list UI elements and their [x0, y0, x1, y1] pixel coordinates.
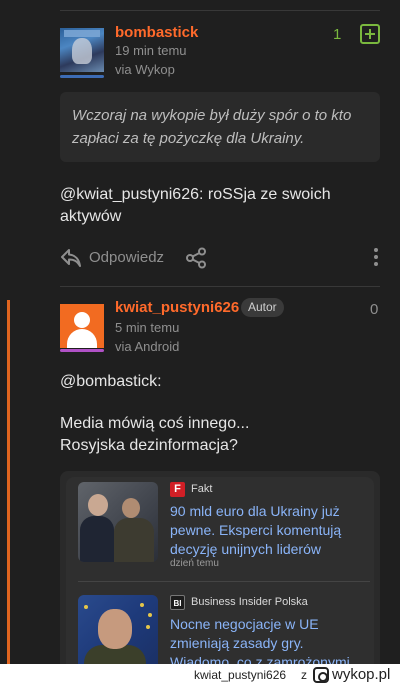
source-label: via Android: [115, 339, 180, 354]
author-badge: Autor: [241, 298, 284, 317]
avatar[interactable]: [60, 304, 104, 348]
more-options-icon[interactable]: [373, 248, 379, 268]
reply-icon[interactable]: [60, 248, 82, 268]
news-thumbnail: [78, 595, 158, 675]
author-thread-marker: [7, 300, 10, 686]
top-divider: [60, 10, 380, 11]
avatar-rank-bar: [60, 75, 104, 78]
avatar-rank-bar: [60, 349, 104, 352]
username[interactable]: bombastick: [115, 24, 198, 41]
username[interactable]: kwiat_pustyni626: [115, 299, 239, 316]
comment-divider: [60, 286, 380, 287]
wykop-logo-icon: [313, 667, 329, 683]
comment-body-line: Media mówią coś innego...: [60, 415, 250, 432]
upvote-button[interactable]: [360, 24, 380, 44]
news-divider: [78, 581, 370, 582]
timestamp: 5 min temu: [115, 320, 180, 335]
news-thumbnail: [78, 482, 158, 562]
news-time: dzień temu: [170, 558, 219, 569]
quote-block: Wczoraj na wykopie był duży spór o to kt…: [60, 92, 380, 162]
business-insider-logo-icon: BI: [170, 595, 185, 610]
timestamp: 19 min temu: [115, 43, 187, 58]
comment-body: @kwiat_pustyni626: roSSja ze swoich akty…: [60, 186, 331, 225]
comment-actions: Odpowiedz: [60, 246, 380, 272]
news-headline[interactable]: 90 mld euro dla Ukrainy już pewne. Ekspe…: [170, 502, 370, 559]
fakt-logo-icon: F: [170, 482, 185, 497]
reply-button[interactable]: Odpowiedz: [89, 249, 164, 266]
source-label: via Wykop: [115, 62, 175, 77]
comment-body-line: Rosyjska dezinformacja?: [60, 437, 238, 454]
watermark-z: z: [301, 668, 307, 682]
comment-mention[interactable]: @bombastick:: [60, 371, 380, 393]
vote-count: 1: [333, 26, 342, 43]
news-source: Fakt: [191, 483, 213, 495]
watermark-bar: kwiat_pustyni626 z wykop.pl: [0, 664, 400, 686]
news-source: Business Insider Polska: [191, 596, 308, 608]
watermark-brand: wykop.pl: [332, 666, 391, 683]
vote-count: 0: [370, 301, 379, 318]
watermark-author: kwiat_pustyni626: [194, 668, 287, 682]
avatar[interactable]: [60, 28, 104, 72]
share-icon[interactable]: [185, 247, 207, 269]
